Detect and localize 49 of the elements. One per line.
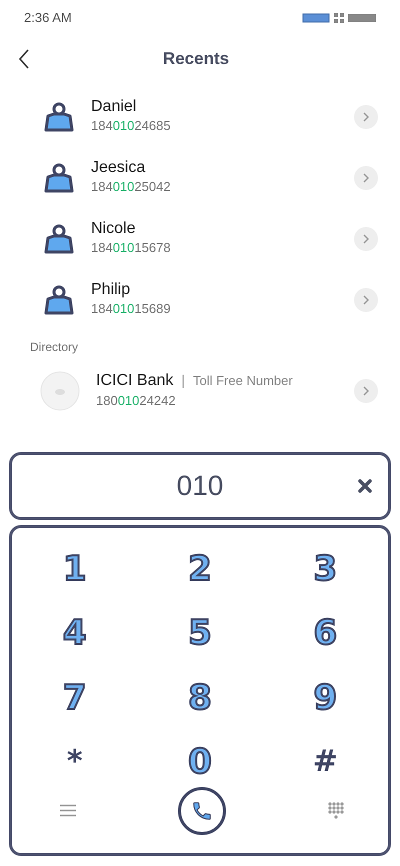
call-button[interactable] bbox=[178, 787, 226, 835]
details-button[interactable] bbox=[354, 226, 378, 250]
dial-key[interactable]: 5 bbox=[174, 612, 226, 654]
contact-icon bbox=[43, 224, 75, 254]
chevron-icon bbox=[362, 294, 370, 306]
contact-name: Daniel bbox=[91, 97, 138, 116]
bank-logo-icon bbox=[40, 370, 80, 410]
dial-key[interactable]: 3 bbox=[299, 548, 352, 590]
contact-icon bbox=[43, 162, 75, 192]
phone-icon bbox=[191, 800, 213, 822]
page-title: Recents bbox=[162, 48, 230, 70]
grid-icon bbox=[334, 13, 344, 23]
section-heading: Directory bbox=[29, 339, 80, 356]
contact-name: Philip bbox=[91, 280, 132, 300]
phone-number: 18401025042 bbox=[91, 178, 172, 196]
signal-icon bbox=[302, 13, 330, 23]
dialed-number: 010 bbox=[176, 470, 224, 501]
details-button[interactable] bbox=[354, 288, 378, 312]
battery-icon bbox=[348, 13, 376, 23]
phone-number: 18001024242 bbox=[96, 392, 177, 410]
contact-icon bbox=[43, 102, 75, 132]
clock-time: 2:36 AM bbox=[24, 9, 72, 28]
details-button[interactable] bbox=[354, 104, 378, 128]
chevron-icon bbox=[362, 232, 370, 244]
dial-key[interactable]: 0 bbox=[174, 740, 226, 783]
chevron-icon bbox=[362, 110, 370, 122]
dial-key[interactable]: 2 bbox=[174, 548, 226, 590]
dial-key[interactable]: 7 bbox=[48, 676, 100, 719]
business-name: ICICI Bank bbox=[96, 371, 174, 390]
contact-icon bbox=[43, 284, 75, 314]
contact-name: Jeesica bbox=[91, 158, 146, 178]
chevron-icon bbox=[362, 384, 370, 396]
details-button[interactable] bbox=[354, 166, 378, 190]
dial-key[interactable]: 6 bbox=[299, 612, 352, 654]
business-category: Toll Free Number bbox=[193, 372, 293, 390]
phone-number: 18401015678 bbox=[91, 239, 172, 258]
chevron-icon bbox=[362, 172, 370, 184]
dial-key[interactable]: 1 bbox=[48, 548, 100, 590]
dial-key[interactable]: 9 bbox=[299, 676, 352, 719]
dial-key[interactable]: 4 bbox=[48, 612, 100, 654]
dial-key[interactable]: 8 bbox=[174, 676, 226, 719]
dial-key[interactable]: # bbox=[298, 742, 352, 781]
dial-key[interactable]: * bbox=[52, 742, 97, 781]
separator: | bbox=[181, 371, 185, 390]
dial-field[interactable]: 010 bbox=[9, 452, 391, 520]
contact-name: Nicole bbox=[91, 219, 136, 238]
details-button[interactable] bbox=[354, 378, 378, 402]
phone-number: 18401015689 bbox=[91, 300, 172, 318]
phone-number: 18401024685 bbox=[91, 117, 172, 136]
